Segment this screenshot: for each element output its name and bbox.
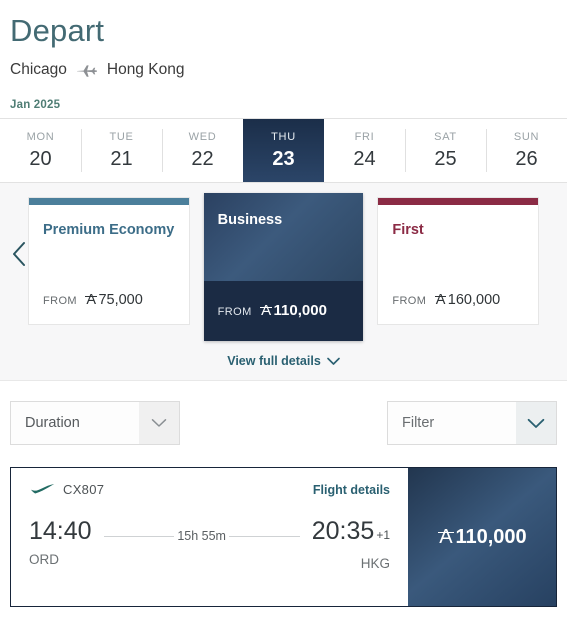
cabin-card-first[interactable]: First FROM 160,000 [377,197,540,325]
flight-times-row: 14:40 ORD 15h 55m 20:35 +1 HKG [29,517,390,572]
flight-price-value: 110,000 [455,525,527,548]
cabin-card-business[interactable]: Business FROM 110,000 [203,193,364,341]
month-label: Jan 2025 [10,99,61,111]
cabin-price-value: 110,000 [273,302,327,319]
cabin-accent-bar [378,198,539,205]
arrival-day-offset: +1 [376,528,390,542]
airplane-icon [76,61,98,79]
asia-miles-icon [260,302,273,319]
chevron-down-icon[interactable] [139,402,179,444]
asia-miles-icon [437,526,454,549]
destination-city: Hong Kong [106,61,185,78]
asia-miles-icon [434,292,447,308]
cabin-price: 75,000 [85,292,143,308]
cabin-accent-bar [29,198,189,205]
flight-details-link[interactable]: Flight details [313,483,390,497]
departure-block: 14:40 ORD [29,517,92,568]
date-cell-wed[interactable]: WED 22 [162,119,243,182]
flight-result-card[interactable]: CX807 Flight details 14:40 ORD 15h 55m 2… [10,467,557,607]
cabin-price: 160,000 [434,292,500,308]
flight-price: 110,000 [437,525,527,549]
arrival-time-wrap: 20:35 +1 [312,517,390,550]
date-cell-number: 25 [434,147,457,170]
filter-bar: Duration Filter [0,381,567,445]
route-summary: Chicago Hong Kong [10,60,557,80]
flight-number: CX807 [63,482,105,497]
duration-line-left [103,535,175,537]
chevron-down-icon[interactable] [516,402,556,444]
date-cell-dow: SAT [434,130,457,143]
date-cell-number: 24 [353,147,376,170]
date-cell-dow: THU [271,130,296,143]
cabin-price-row: FROM 160,000 [378,292,538,324]
date-cell-number: 20 [29,147,52,170]
page-header: Depart Chicago Hong Kong Jan 2025 [0,0,567,111]
arrival-time: 20:35 [311,517,375,545]
date-cell-dow: SUN [513,130,540,143]
date-cell-number: 22 [191,147,214,170]
cabin-card-row: Premium Economy FROM 75,000 Business FRO… [0,193,567,341]
cabin-name: Business [217,212,283,228]
date-cell-number: 21 [110,147,133,170]
cabin-name: First [392,222,424,238]
airline-info: CX807 [29,482,104,497]
page-title: Depart [10,13,105,48]
duration-select[interactable]: Duration [10,401,180,445]
departure-airport: ORD [29,552,59,567]
cathay-brushwing-icon [29,483,55,497]
date-cell-number: 26 [515,147,538,170]
view-full-details-label: View full details [227,354,321,368]
chevron-down-icon [326,357,340,366]
date-cell-number: 23 [272,147,295,170]
cabin-price: 110,000 [260,302,327,319]
from-label: FROM [43,295,77,307]
flight-search-page: Depart Chicago Hong Kong Jan 2025 MON 20… [0,0,567,634]
date-cell-dow: WED [188,130,217,143]
cabin-price-value: 160,000 [447,292,501,308]
filter-select[interactable]: Filter [387,401,557,445]
departure-time: 14:40 [29,517,92,545]
chevron-left-icon[interactable] [6,239,32,269]
cabin-class-panel: Premium Economy FROM 75,000 Business FRO… [0,183,567,381]
cabin-price-row: FROM 75,000 [29,292,189,324]
date-cell-dow: MON [26,130,55,143]
date-cell-dow: FRI [354,130,375,143]
origin-city: Chicago [10,61,67,78]
cabin-price-value: 75,000 [98,292,143,308]
date-cell-dow: TUE [109,130,134,143]
date-cell-thu-selected[interactable]: THU 23 [243,119,324,182]
flight-result-header: CX807 Flight details [29,482,390,497]
from-label: FROM [217,306,252,318]
duration-indicator: 15h 55m [92,529,312,543]
date-cell-mon[interactable]: MON 20 [0,119,81,182]
date-selector-strip[interactable]: MON 20 TUE 21 WED 22 THU 23 FRI 24 SAT 2… [0,118,567,183]
arrival-airport: HKG [360,556,390,571]
view-full-details-link[interactable]: View full details [0,354,567,368]
arrival-block: 20:35 +1 HKG [312,517,390,572]
asia-miles-icon [85,292,97,308]
date-cell-sun[interactable]: SUN 26 [486,119,567,182]
from-label: FROM [392,295,427,307]
flight-result-details: CX807 Flight details 14:40 ORD 15h 55m 2… [11,468,408,606]
flight-duration: 15h 55m [177,529,226,543]
date-cell-sat[interactable]: SAT 25 [405,119,486,182]
duration-select-label: Duration [25,415,80,431]
date-cell-tue[interactable]: TUE 21 [81,119,162,182]
cabin-price-row: FROM 110,000 [204,302,364,341]
cabin-name: Premium Economy [43,222,175,238]
filter-select-label: Filter [402,415,435,431]
flight-price-button[interactable]: 110,000 [408,468,556,606]
date-cell-fri[interactable]: FRI 24 [324,119,405,182]
cabin-card-premium-economy[interactable]: Premium Economy FROM 75,000 [28,197,190,325]
duration-line-right [228,535,300,537]
